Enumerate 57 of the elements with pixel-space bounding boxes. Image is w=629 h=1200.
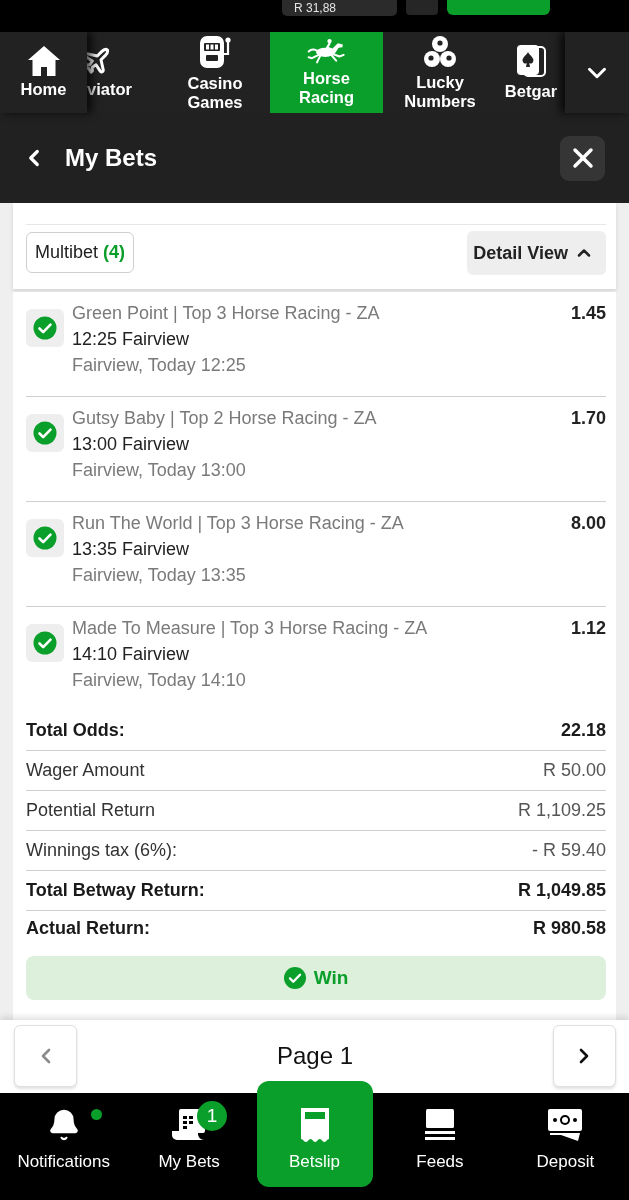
- expand-button[interactable]: [565, 32, 629, 113]
- odds-value: 8.00: [570, 512, 606, 535]
- nav-tab[interactable]: Feeds: [381, 1093, 498, 1193]
- selection-text: Made To Measure | Top 3 Horse Racing - ZA: [72, 617, 429, 640]
- banknote-icon: [547, 1108, 584, 1142]
- page-title: My Bets: [65, 144, 159, 172]
- selection-text: Run The World | Top 3 Horse Racing - ZA: [72, 512, 405, 535]
- odds-value: 1.12: [570, 617, 606, 640]
- event-details: Fairview, Today 13:00: [72, 459, 247, 482]
- event-details: Fairview, Today 14:10: [72, 669, 247, 692]
- nav-tab[interactable]: 1 My Bets: [131, 1093, 248, 1193]
- summary-label: Potential Return: [26, 800, 156, 821]
- selection-text: Green Point | Top 3 Horse Racing - ZA: [72, 302, 381, 325]
- nav-tab[interactable]: Notifications: [5, 1093, 122, 1193]
- summary-value: R 980.58: [532, 917, 606, 939]
- category-tab[interactable]: Home: [0, 32, 87, 113]
- event-text: 13:00 Fairview: [72, 433, 191, 456]
- home-icon: [27, 46, 60, 76]
- bet-type-button[interactable]: Multibet (4): [26, 232, 135, 273]
- top-bar-button[interactable]: [447, 0, 550, 15]
- close-button[interactable]: [560, 135, 605, 181]
- plane-icon: [87, 46, 111, 76]
- event-details: Fairview, Today 12:25: [72, 354, 247, 377]
- balance-display: R 31,88: [282, 0, 397, 16]
- event-text: 12:25 Fairview: [72, 328, 191, 351]
- summary-label: Wager Amount: [26, 760, 145, 781]
- event-text: 13:35 Fairview: [72, 538, 191, 561]
- balls-icon: [423, 34, 457, 69]
- block-lines-icon: [424, 1109, 455, 1141]
- horse-rider-icon: [306, 38, 347, 65]
- count-badge: 1: [197, 1101, 228, 1131]
- summary-value: R 50.00: [542, 760, 606, 781]
- top-bar-button[interactable]: [406, 0, 438, 15]
- category-tab[interactable]: Horse Racing: [270, 32, 383, 113]
- summary-value: 22.18: [560, 720, 606, 741]
- event-text: 14:10 Fairview: [72, 643, 191, 666]
- playing-cards-icon: [515, 44, 547, 78]
- event-details: Fairview, Today 13:35: [72, 564, 247, 587]
- odds-value: 1.70: [570, 407, 606, 430]
- selection-text: Gutsy Baby | Top 2 Horse Racing - ZA: [72, 407, 378, 430]
- ticket-icon: [299, 1107, 330, 1143]
- next-page-button[interactable]: [553, 1024, 616, 1087]
- odds-value: 1.45: [570, 302, 606, 325]
- check-icon: [283, 967, 306, 989]
- summary-label: Actual Return:: [26, 917, 150, 939]
- summary-value: R 1,109.25: [517, 800, 606, 821]
- slot-machine-icon: [198, 33, 232, 70]
- summary-value: - R 59.40: [531, 840, 606, 861]
- summary-label: Total Odds:: [26, 720, 125, 741]
- detail-view-button[interactable]: Detail View: [467, 231, 606, 275]
- nav-tab[interactable]: Betslip: [256, 1081, 373, 1187]
- summary-label: Total Betway Return:: [26, 880, 205, 901]
- nav-tab[interactable]: Deposit: [507, 1093, 624, 1193]
- summary-label: Winnings tax (6%):: [26, 840, 178, 861]
- page-label: Page 1: [276, 1041, 354, 1070]
- result-label: Win: [313, 967, 349, 989]
- summary-value: R 1,049.85: [517, 880, 606, 901]
